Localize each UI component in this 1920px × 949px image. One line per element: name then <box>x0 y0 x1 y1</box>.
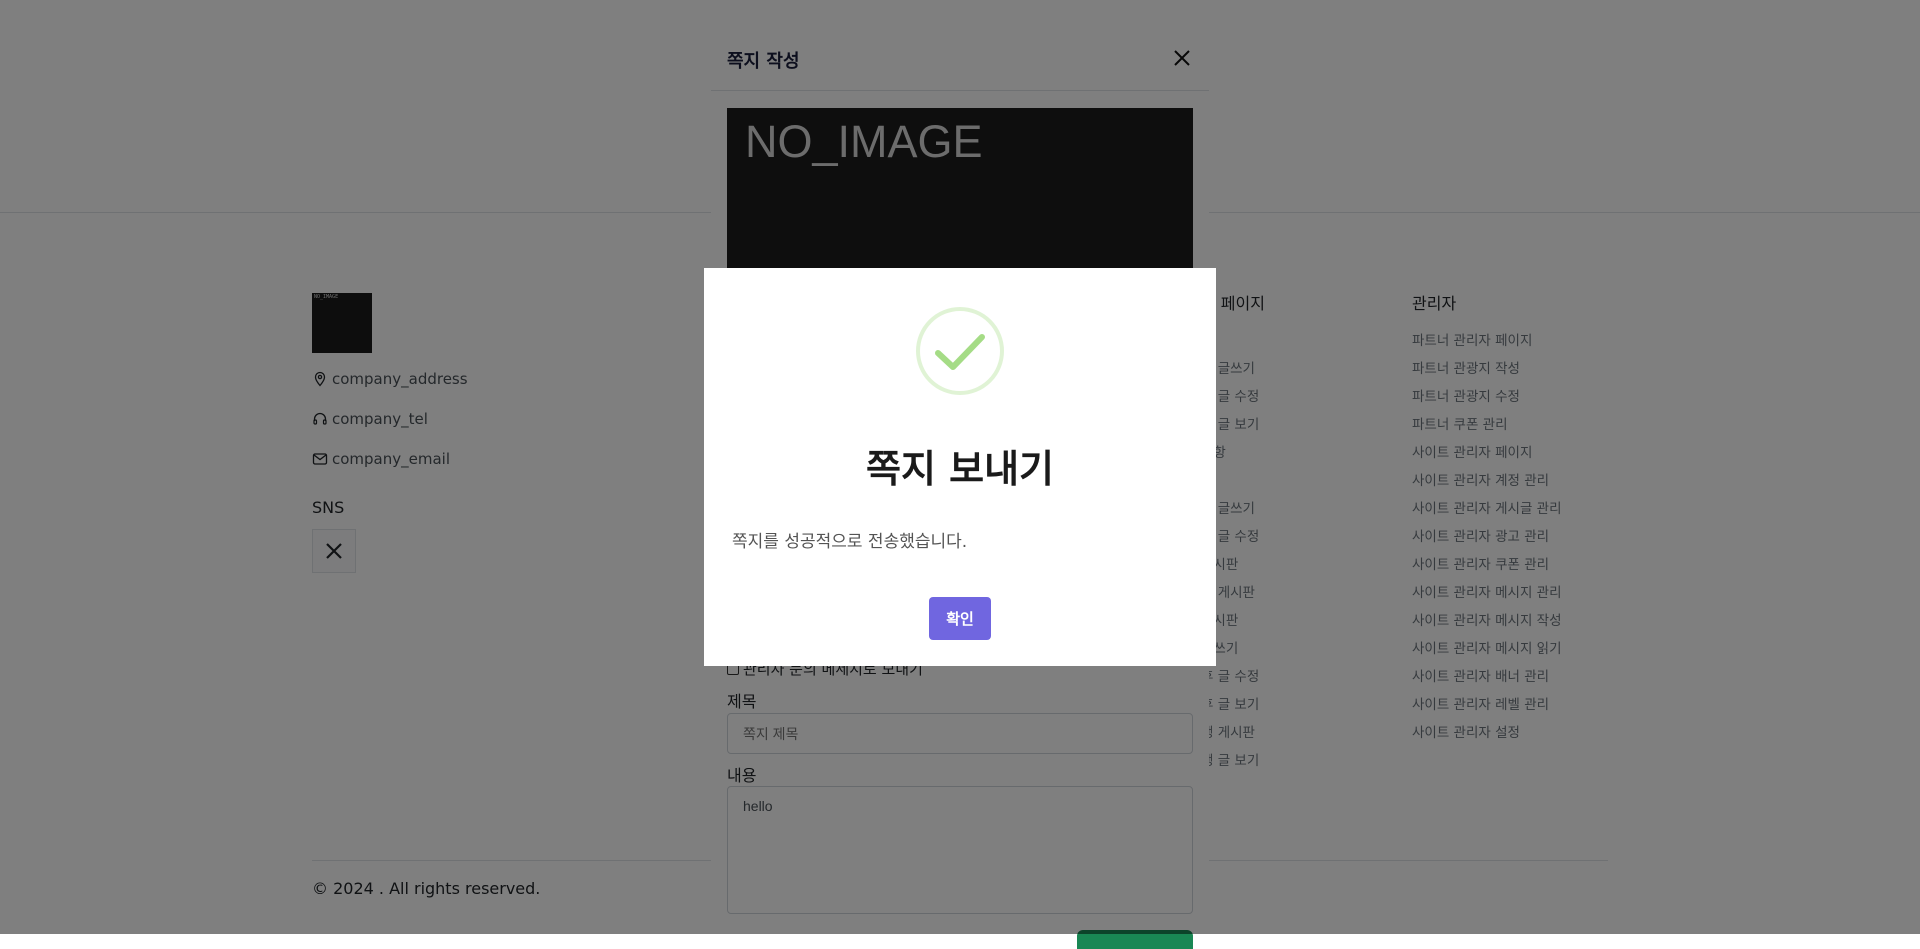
page-background: NO_IMAGE company_address company_tel com… <box>0 0 1920 949</box>
checkmark-icon <box>935 334 985 370</box>
alert-message: 쪽지를 성공적으로 전송했습니다. <box>732 532 968 552</box>
success-alert: 쪽지 보내기 쪽지를 성공적으로 전송했습니다. 확인 <box>704 268 1216 666</box>
confirm-button[interactable]: 확인 <box>929 597 991 640</box>
success-check-icon <box>916 307 1004 395</box>
alert-title: 쪽지 보내기 <box>865 447 1055 491</box>
